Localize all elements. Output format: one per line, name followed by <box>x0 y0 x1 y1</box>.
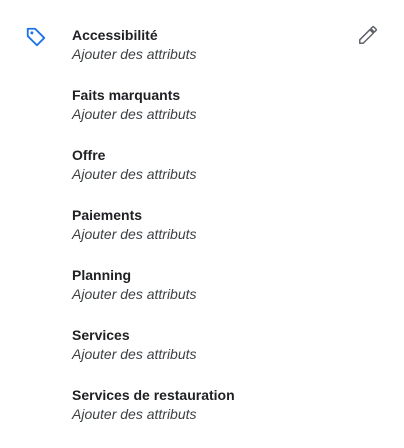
attribute-title: Offre <box>72 147 106 163</box>
attributes-panel: Accessibilité Ajouter des attributs Fait… <box>0 0 404 448</box>
attribute-list: Accessibilité Ajouter des attributs Fait… <box>72 26 235 446</box>
attribute-subtitle: Ajouter des attributs <box>72 346 197 362</box>
attribute-item-planning[interactable]: Planning Ajouter des attributs <box>72 266 235 326</box>
attribute-subtitle: Ajouter des attributs <box>72 166 197 182</box>
attribute-title: Services de restauration <box>72 387 235 403</box>
attribute-subtitle: Ajouter des attributs <box>72 106 197 122</box>
attribute-item-accessibilite[interactable]: Accessibilité Ajouter des attributs <box>72 26 235 86</box>
attribute-item-services[interactable]: Services Ajouter des attributs <box>72 326 235 386</box>
attribute-subtitle: Ajouter des attributs <box>72 226 197 242</box>
attribute-item-services-de-restauration[interactable]: Services de restauration Ajouter des att… <box>72 386 235 446</box>
attribute-item-faits-marquants[interactable]: Faits marquants Ajouter des attributs <box>72 86 235 146</box>
attribute-subtitle: Ajouter des attributs <box>72 286 197 302</box>
attribute-item-offre[interactable]: Offre Ajouter des attributs <box>72 146 235 206</box>
attribute-title: Accessibilité <box>72 27 158 43</box>
pencil-icon <box>357 24 379 51</box>
attribute-title: Services <box>72 327 130 343</box>
attribute-subtitle: Ajouter des attributs <box>72 46 197 62</box>
attribute-title: Faits marquants <box>72 87 181 103</box>
attribute-title: Planning <box>72 267 132 283</box>
attribute-item-paiements[interactable]: Paiements Ajouter des attributs <box>72 206 235 266</box>
tag-icon <box>25 26 47 48</box>
attribute-title: Paiements <box>72 207 143 223</box>
edit-button[interactable] <box>355 24 381 50</box>
attribute-subtitle: Ajouter des attributs <box>72 406 197 422</box>
